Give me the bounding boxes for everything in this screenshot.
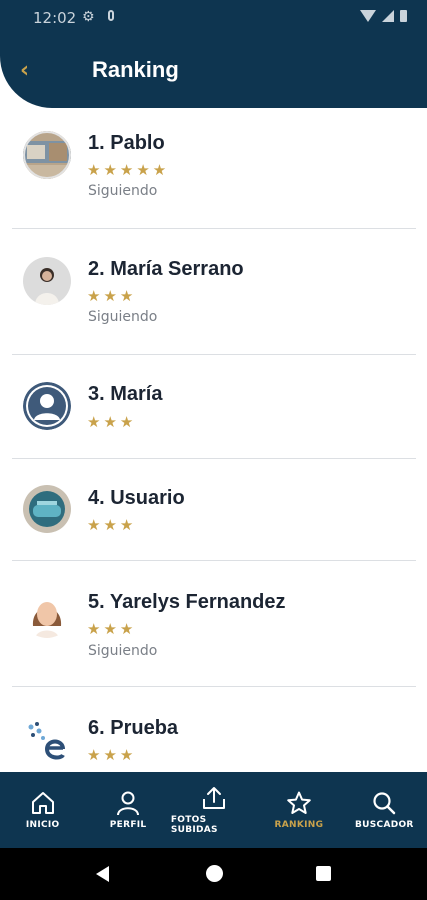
user-name: 3. María xyxy=(88,383,163,405)
star-icon xyxy=(287,791,311,814)
nav-label: BUSCADOR xyxy=(354,820,414,830)
status-indicators xyxy=(360,10,407,22)
nav-label: INICIO xyxy=(25,820,60,830)
user-name: 4. Usuario xyxy=(88,487,185,509)
nav-item-buscador[interactable]: BUSCADOR xyxy=(342,772,427,848)
avatar-default-icon xyxy=(23,382,71,430)
rating-stars: ★★★ xyxy=(87,516,137,534)
divider xyxy=(12,686,416,687)
app-header: 12:02 ⚙ ‹ Ranking xyxy=(0,0,427,108)
bottom-navigation: INICIO PERFIL FOTOS SUBIDAS RANKING BUSC… xyxy=(0,772,427,848)
rating-stars: ★★★ xyxy=(87,413,137,431)
divider xyxy=(12,354,416,355)
rating-stars: ★★★ xyxy=(87,287,137,305)
search-icon xyxy=(373,792,396,815)
ranking-list: 1. Pablo ★★★★★ Siguiendo 2. María Serran… xyxy=(0,108,427,772)
rating-stars: ★★★★★ xyxy=(87,161,170,179)
rating-stars: ★★★ xyxy=(87,620,137,638)
avatar xyxy=(23,131,71,179)
upload-icon xyxy=(202,787,225,809)
avatar xyxy=(23,257,71,305)
divider xyxy=(12,560,416,561)
user-name: 5. Yarelys Fernandez xyxy=(88,591,286,613)
page-title: Ranking xyxy=(92,57,179,82)
nav-item-fotos-subidas[interactable]: FOTOS SUBIDAS xyxy=(171,772,256,848)
signal-icon xyxy=(382,10,394,22)
follow-status: Siguiendo xyxy=(88,643,158,659)
nav-label: RANKING xyxy=(274,820,324,830)
nav-label: PERFIL xyxy=(109,820,147,830)
nav-item-ranking[interactable]: RANKING xyxy=(256,772,341,848)
mic-icon xyxy=(108,10,114,21)
system-recents-icon[interactable] xyxy=(316,866,331,881)
follow-status: Siguiendo xyxy=(88,183,158,199)
back-button[interactable]: ‹ xyxy=(20,60,29,82)
user-name: 1. Pablo xyxy=(88,132,165,154)
status-time: 12:02 xyxy=(33,9,77,27)
battery-icon xyxy=(400,10,407,22)
user-icon xyxy=(117,791,140,816)
nav-item-perfil[interactable]: PERFIL xyxy=(85,772,170,848)
system-back-icon[interactable] xyxy=(96,866,109,882)
user-name: 6. Prueba xyxy=(88,717,179,739)
system-navigation-bar xyxy=(0,848,427,900)
home-icon xyxy=(31,792,54,814)
app-logo-icon xyxy=(23,717,71,765)
follow-status: Siguiendo xyxy=(88,309,158,325)
status-bar: 12:02 ⚙ xyxy=(0,0,427,34)
nav-item-inicio[interactable]: INICIO xyxy=(0,772,85,848)
nav-label: FOTOS SUBIDAS xyxy=(170,815,218,835)
divider xyxy=(12,228,416,229)
gear-icon: ⚙ xyxy=(82,9,95,25)
wifi-icon xyxy=(360,10,376,22)
rating-stars: ★★★ xyxy=(87,746,137,764)
avatar xyxy=(23,485,71,533)
avatar xyxy=(23,590,71,638)
user-name: 2. María Serrano xyxy=(88,258,244,280)
divider xyxy=(12,458,416,459)
system-home-icon[interactable] xyxy=(206,865,223,882)
